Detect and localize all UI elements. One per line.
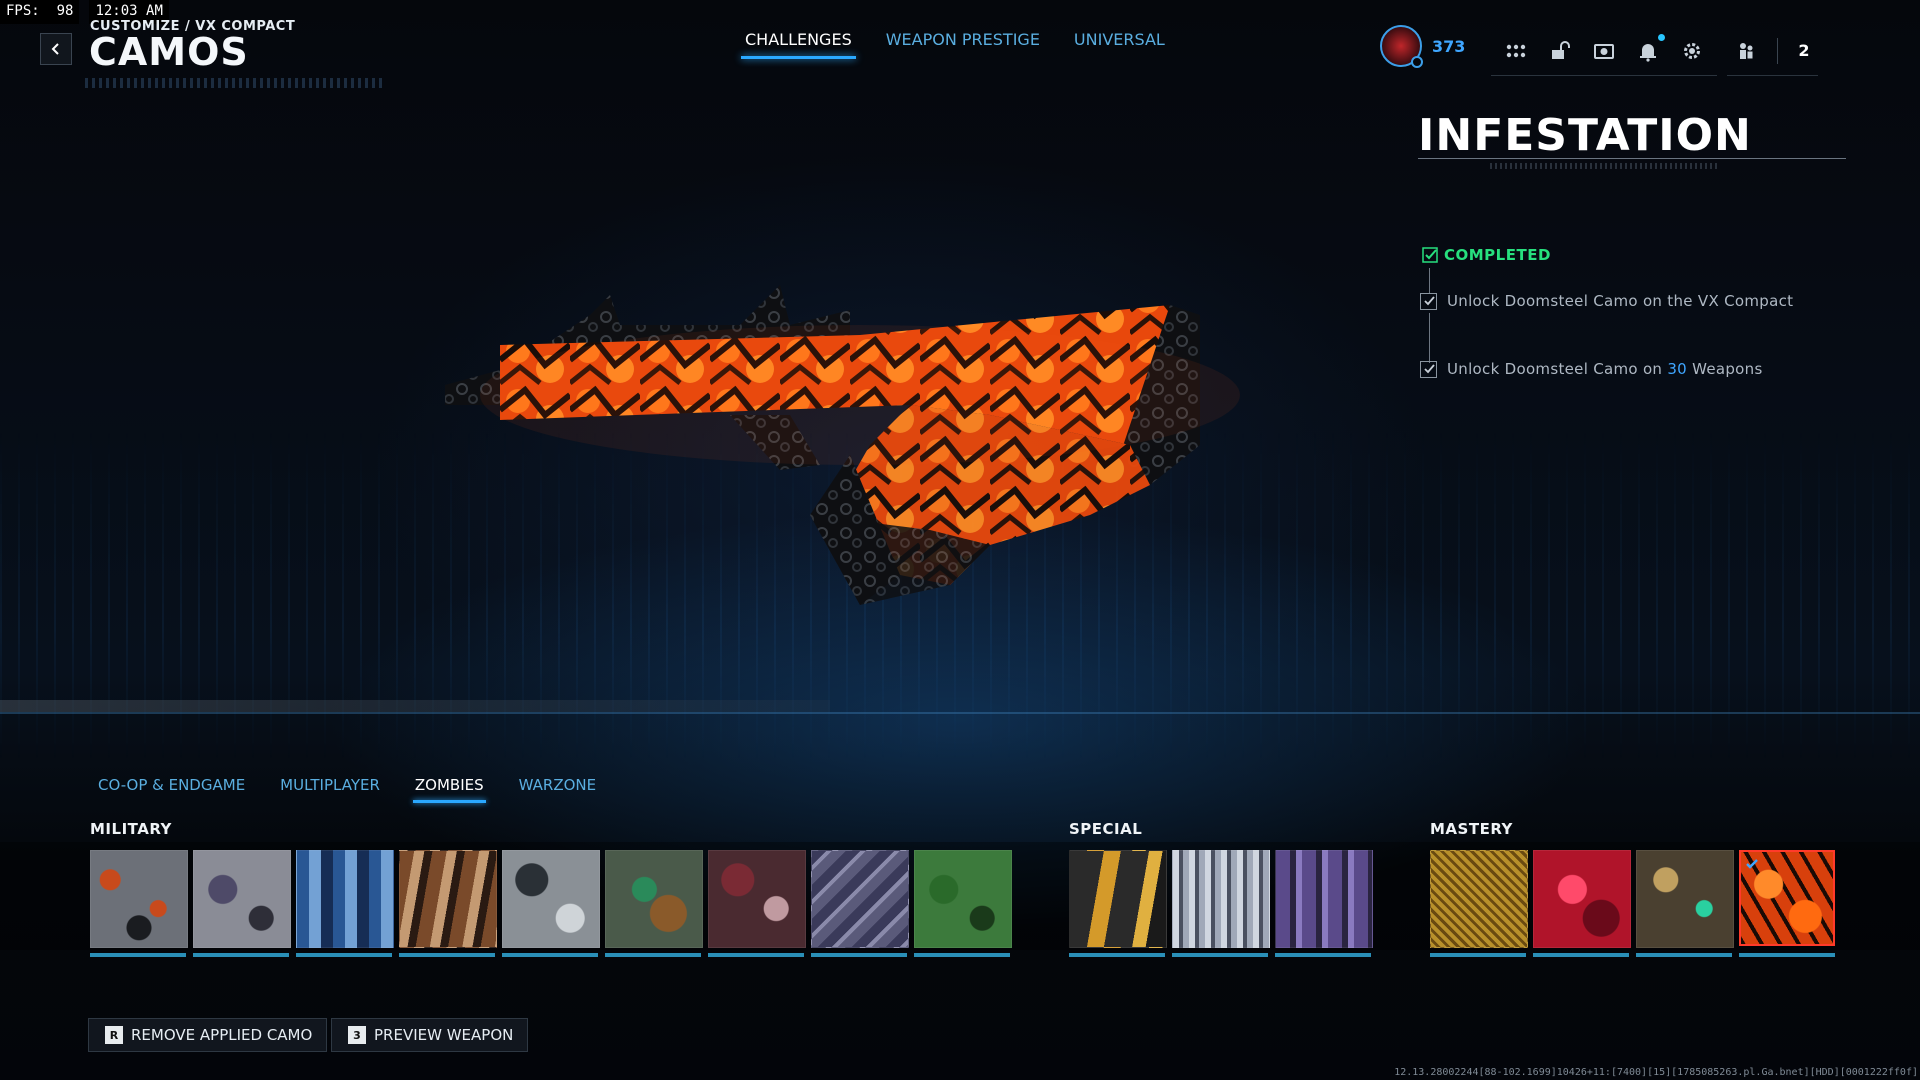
- title-decoration: [85, 78, 385, 88]
- fps-label: FPS:: [6, 3, 40, 19]
- party-widget[interactable]: 2: [1727, 27, 1818, 76]
- tab-co-op-endgame[interactable]: CO-OP & ENDGAME: [98, 776, 245, 801]
- remove-applied-camo-button[interactable]: R REMOVE APPLIED CAMO: [88, 1018, 328, 1052]
- camo-tile-mastery-gears[interactable]: [1636, 850, 1734, 948]
- section-special: SPECIAL: [1069, 820, 1143, 838]
- party-divider: [1777, 37, 1779, 64]
- camo-progress-bar: [1739, 953, 1835, 957]
- camo-progress-bar: [1275, 953, 1371, 957]
- challenge-count: 30: [1667, 360, 1687, 378]
- section-military: MILITARY: [90, 820, 172, 838]
- camo-tile-special-1[interactable]: [1069, 850, 1167, 948]
- key-prompt: 3: [348, 1026, 366, 1044]
- key-prompt: R: [105, 1026, 123, 1044]
- challenge-status: COMPLETED: [1422, 246, 1551, 264]
- preview-weapon-label: PREVIEW WEAPON: [374, 1026, 514, 1044]
- notification-dot: [1658, 33, 1666, 41]
- remove-camo-label: REMOVE APPLIED CAMO: [131, 1026, 313, 1044]
- fps-value: 98: [56, 3, 74, 19]
- camo-progress-bar: [1069, 953, 1165, 957]
- section-mastery: MASTERY: [1430, 820, 1513, 838]
- challenge-text: Unlock Doomsteel Camo on 30 Weapons: [1447, 360, 1763, 378]
- camo-progress-bar: [811, 953, 907, 957]
- camo-tile-military-8[interactable]: [811, 850, 909, 948]
- check-box-icon: [1422, 247, 1438, 263]
- notification-bell-icon[interactable]: [1637, 33, 1666, 62]
- camo-tile-mastery-red[interactable]: [1533, 850, 1631, 948]
- chevron-left-icon: [51, 43, 59, 55]
- camo-tile-military-1[interactable]: [90, 850, 188, 948]
- camo-name-decoration: [1490, 163, 1720, 169]
- camo-tile-military-6[interactable]: [605, 850, 703, 948]
- camo-progress-bar: [1533, 953, 1629, 957]
- top-hud: 373 2: [1380, 25, 1818, 76]
- party-count: 2: [1798, 41, 1810, 60]
- weapon-preview: [445, 285, 1240, 605]
- settings-gear-icon[interactable]: [1681, 40, 1703, 62]
- challenge-text-post: Weapons: [1687, 360, 1763, 378]
- apps-grid-icon[interactable]: [1505, 40, 1527, 62]
- rank-emblem-icon: [1380, 25, 1423, 68]
- status-label: COMPLETED: [1444, 246, 1551, 264]
- preview-weapon-button[interactable]: 3 PREVIEW WEAPON: [331, 1018, 529, 1052]
- tab-zombies[interactable]: ZOMBIES: [412, 776, 486, 803]
- camo-tile-military-4[interactable]: [399, 850, 497, 948]
- tab-warzone[interactable]: WARZONE: [519, 776, 596, 801]
- camo-tile-military-2[interactable]: [193, 850, 291, 948]
- camo-tile-mastery-gold[interactable]: [1430, 850, 1528, 948]
- camo-tile-special-2[interactable]: [1172, 850, 1270, 948]
- camo-tile-military-7[interactable]: [708, 850, 806, 948]
- camo-progress-bar: [399, 953, 495, 957]
- camo-progress-bar: [605, 953, 701, 957]
- page-title: CAMOS: [89, 30, 249, 74]
- mode-tabs: CO-OP & ENDGAME MULTIPLAYER ZOMBIES WARZ…: [98, 776, 596, 803]
- camo-progress-bar: [1172, 953, 1268, 957]
- rank-value: 373: [1432, 36, 1466, 56]
- camo-progress-bar: [193, 953, 289, 957]
- equipped-check-icon: [1745, 856, 1759, 870]
- tab-weapon-prestige[interactable]: WEAPON PRESTIGE: [886, 30, 1040, 57]
- back-button[interactable]: [40, 33, 72, 65]
- top-tabs: CHALLENGES WEAPON PRESTIGE UNIVERSAL: [741, 30, 1165, 59]
- camo-tile-military-3[interactable]: [296, 850, 394, 948]
- camo-tile-mastery-infestation[interactable]: [1739, 850, 1835, 946]
- challenge-text: Unlock Doomsteel Camo on the VX Compact: [1447, 292, 1794, 310]
- tab-universal[interactable]: UNIVERSAL: [1074, 30, 1165, 57]
- camo-name-underline: [1418, 158, 1846, 159]
- tab-multiplayer[interactable]: MULTIPLAYER: [280, 776, 380, 801]
- camera-icon[interactable]: [1593, 40, 1615, 62]
- camo-tile-military-9[interactable]: [914, 850, 1012, 948]
- party-members-icon: [1735, 40, 1757, 62]
- camo-tile-military-5[interactable]: [502, 850, 600, 948]
- camo-progress-bar: [914, 953, 1010, 957]
- build-info: 12.13.28002244[88-102.1699]10426+11:[740…: [1394, 1067, 1918, 1078]
- camo-progress-bar: [502, 953, 598, 957]
- camo-tile-special-3[interactable]: [1275, 850, 1373, 948]
- unlock-icon[interactable]: [1549, 40, 1571, 62]
- fps-counter: FPS: 98: [0, 0, 80, 24]
- tab-challenges[interactable]: CHALLENGES: [741, 30, 856, 59]
- camo-progress-bar: [1430, 953, 1526, 957]
- camo-name: INFESTATION: [1418, 110, 1752, 161]
- camo-progress-bar: [90, 953, 186, 957]
- camo-progress-bar: [296, 953, 392, 957]
- player-rank[interactable]: 373: [1380, 25, 1466, 68]
- hud-icon-bar: [1491, 27, 1718, 76]
- camo-progress-bar: [708, 953, 804, 957]
- camo-progress-bar: [1636, 953, 1732, 957]
